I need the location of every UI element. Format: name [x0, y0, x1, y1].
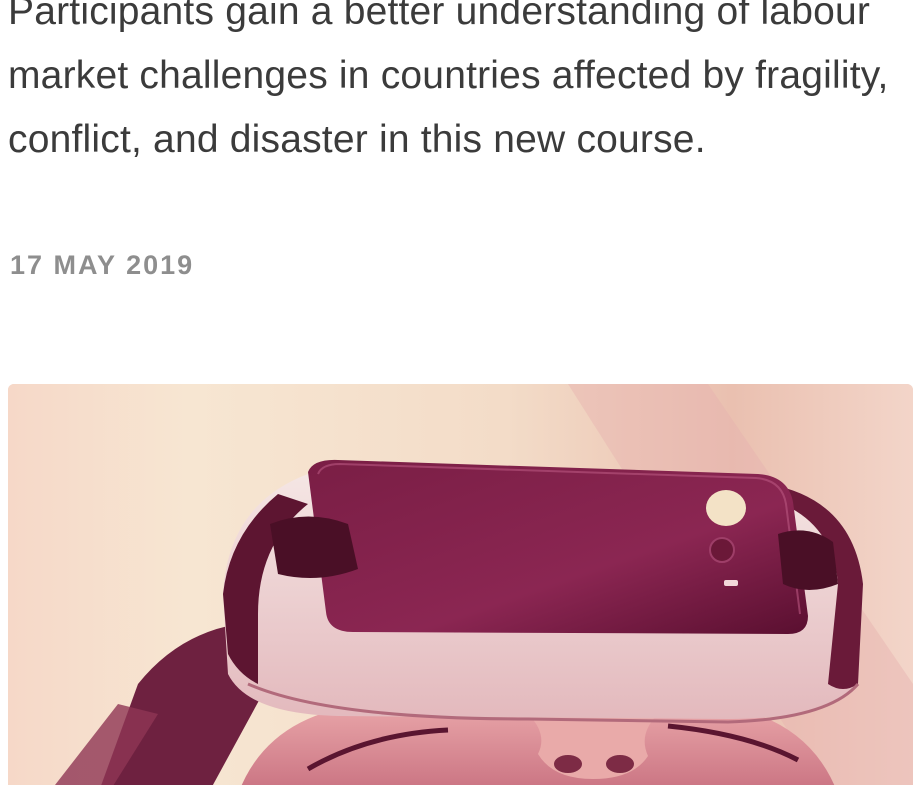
article-excerpt: Participants gain a better understanding…: [8, 0, 889, 161]
vr-headset-photo: [8, 384, 913, 785]
article-date: 17 MAY 2019: [10, 250, 195, 280]
article-teaser: Participants gain a better understanding…: [0, 0, 913, 785]
article-image[interactable]: [8, 384, 913, 785]
